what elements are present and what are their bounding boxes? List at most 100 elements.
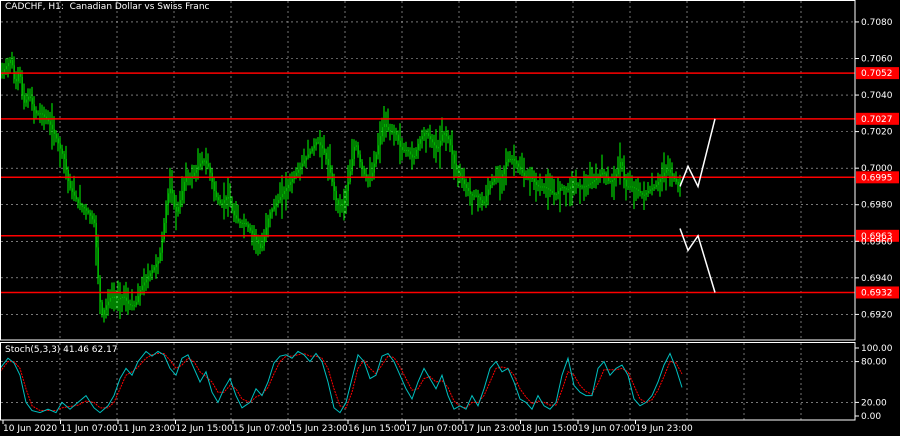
candle-body: [217, 197, 219, 201]
candle-body: [363, 168, 365, 175]
candle-body: [649, 189, 651, 192]
candle-body: [127, 300, 129, 304]
candle-body: [169, 188, 171, 194]
candle-body: [153, 267, 155, 271]
candle-body: [453, 154, 455, 164]
candle-body: [561, 187, 563, 189]
candle-body: [271, 209, 273, 213]
candle-body: [237, 218, 239, 222]
candle-body: [411, 154, 413, 158]
time-label: 18 Jun 15:00: [521, 424, 578, 434]
candle-body: [225, 197, 227, 201]
candle-body: [473, 195, 475, 197]
candle-body: [57, 138, 59, 144]
candle-body: [325, 152, 327, 160]
candle-body: [81, 205, 83, 207]
candle-body: [43, 114, 45, 117]
candle-body: [397, 134, 399, 141]
candle-body: [645, 192, 647, 195]
candle-body: [219, 200, 221, 204]
candle-body: [667, 169, 669, 171]
candle-body: [51, 124, 53, 130]
candle-body: [15, 79, 17, 82]
candle-body: [509, 159, 511, 161]
candle-body: [25, 99, 27, 103]
candle-body: [665, 169, 667, 173]
price-chart[interactable]: 0.70520.70270.69950.69630.6932 100.0080.…: [0, 0, 900, 436]
candle-body: [141, 285, 143, 291]
candle-body: [513, 159, 515, 161]
candle-body: [301, 163, 303, 167]
candle-body: [229, 198, 231, 205]
candle-body: [295, 172, 297, 176]
candle-body: [637, 189, 639, 192]
candle-body: [487, 189, 489, 196]
candle-body: [417, 143, 419, 150]
candle-body: [653, 187, 655, 189]
candle-body: [443, 133, 445, 135]
price-tick-label: 0.6920: [861, 310, 893, 320]
candle-body: [201, 160, 203, 164]
candle-body: [425, 133, 427, 135]
candle-body: [373, 163, 375, 173]
time-label: 11 Jun 23:00: [118, 424, 175, 434]
candle-body: [613, 178, 615, 181]
candle-body: [277, 200, 279, 204]
candle-body: [315, 142, 317, 146]
time-label: 15 Jun 23:00: [291, 424, 348, 434]
candle-body: [463, 179, 465, 185]
candle-body: [439, 140, 441, 147]
candle-body: [251, 230, 253, 234]
candle-body: [123, 296, 125, 298]
candle-body: [135, 302, 137, 306]
candle-body: [121, 296, 123, 298]
candle-body: [479, 197, 481, 201]
candle-body: [383, 123, 385, 128]
main-frame: [0, 0, 856, 341]
time-label: 10 Jun 2020: [3, 424, 57, 434]
candle-body: [353, 146, 355, 160]
candle-body: [13, 65, 15, 80]
candle-body: [581, 186, 583, 188]
price-tick-label: 0.7060: [861, 54, 893, 64]
candle-body: [97, 247, 99, 278]
candle-body: [521, 169, 523, 173]
candle-body: [245, 223, 247, 225]
candle-body: [569, 186, 571, 189]
candle-body: [175, 207, 177, 212]
candle-body: [83, 206, 85, 209]
price-tick-label: 0.6980: [861, 201, 893, 211]
candle-body: [635, 188, 637, 190]
time-label: 19 Jun 07:00: [578, 424, 635, 434]
candle-body: [69, 180, 71, 189]
candle-body: [41, 113, 43, 115]
candle-body: [677, 181, 679, 185]
candle-body: [181, 191, 183, 201]
candle-body: [263, 236, 265, 246]
candle-body: [221, 203, 223, 205]
candle-body: [309, 151, 311, 155]
candle-body: [195, 169, 197, 173]
level-lines[interactable]: 0.70520.70270.69950.69630.6932: [1, 67, 899, 299]
candle-body: [351, 159, 353, 172]
candle-body: [587, 184, 589, 186]
candle-body: [593, 180, 595, 182]
price-tick-label: 0.7020: [861, 128, 893, 138]
candle-body: [409, 151, 411, 155]
candle-body: [505, 162, 507, 169]
candle-body: [101, 302, 103, 315]
candle-body: [539, 186, 541, 188]
candle-body: [259, 243, 261, 249]
candle-body: [329, 165, 331, 173]
candle-body: [449, 139, 451, 146]
stoch-level-label: 0.00: [861, 412, 881, 422]
candle-body: [601, 172, 603, 175]
candle-body: [621, 162, 623, 166]
candle-body: [571, 184, 573, 187]
candle-body: [75, 195, 77, 200]
candle-body: [137, 296, 139, 303]
candle-body: [671, 172, 673, 176]
candle-body: [77, 199, 79, 203]
candle-body: [401, 146, 403, 150]
candle-body: [619, 162, 621, 169]
